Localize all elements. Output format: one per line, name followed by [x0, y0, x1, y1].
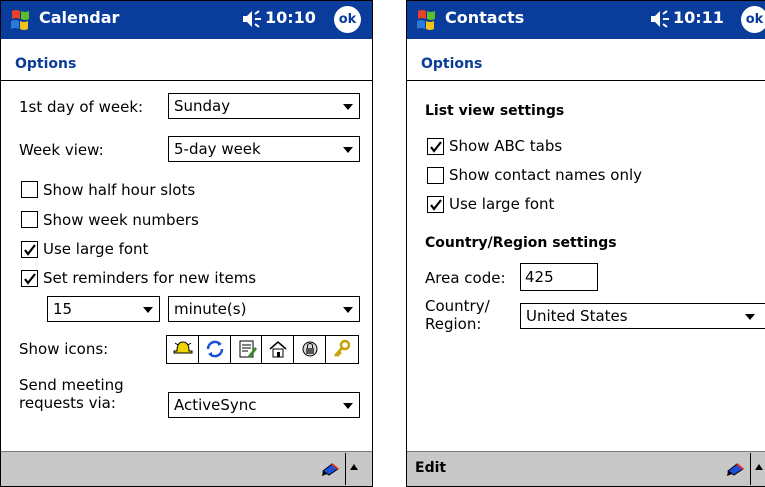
chevron-down-icon	[343, 104, 353, 110]
country-label-line2: Region:	[425, 315, 482, 333]
options-header: Options	[15, 56, 77, 72]
menu-bar: Edit	[407, 451, 765, 486]
windows-start-icon[interactable]	[6, 5, 36, 35]
reminder-unit-dropdown[interactable]: minute(s)	[168, 296, 360, 322]
home-icon[interactable]	[262, 336, 295, 363]
recurring-icon[interactable]	[199, 336, 231, 363]
large-font-checkbox[interactable]	[427, 196, 444, 213]
edit-menu[interactable]: Edit	[415, 460, 446, 476]
country-dropdown[interactable]: United States	[520, 303, 765, 329]
calendar-options-screen: Calendar 10:10 ok Options 1st day of wee…	[0, 0, 373, 487]
abc-tabs-label: Show ABC tabs	[449, 137, 563, 155]
send-via-label-line1: Send meeting	[19, 376, 124, 394]
contacts-options-screen: Contacts 10:11 ok Options List view sett…	[406, 0, 765, 487]
large-font-label: Use large font	[449, 195, 555, 213]
app-title: Calendar	[39, 8, 120, 27]
reminders-checkbox[interactable]	[21, 270, 38, 287]
chevron-down-icon	[343, 307, 353, 313]
names-only-checkbox[interactable]	[427, 167, 444, 184]
reminders-label: Set reminders for new items	[43, 269, 257, 287]
key-icon[interactable]	[326, 336, 358, 363]
speaker-icon[interactable]	[241, 9, 263, 29]
reminder-amount-dropdown[interactable]: 15	[47, 296, 160, 322]
checkmark-icon	[24, 244, 36, 256]
week-view-label: Week view:	[19, 141, 104, 159]
ok-button[interactable]: ok	[741, 6, 765, 33]
private-icon[interactable]	[294, 336, 327, 363]
clock[interactable]: 10:11	[673, 8, 724, 27]
country-label-line1: Country/	[425, 297, 490, 315]
alarm-icon[interactable]	[167, 336, 199, 363]
chevron-down-icon	[343, 147, 353, 153]
send-via-label-line2: requests via:	[19, 394, 116, 412]
app-title: Contacts	[445, 8, 525, 27]
input-panel-icon[interactable]	[320, 459, 342, 479]
week-view-dropdown[interactable]: 5-day week	[168, 136, 360, 162]
title-bar: Contacts 10:11 ok	[407, 1, 765, 39]
divider	[1, 80, 372, 81]
send-via-dropdown[interactable]: ActiveSync	[168, 392, 360, 418]
ok-button[interactable]: ok	[334, 6, 361, 33]
note-icon[interactable]	[231, 336, 263, 363]
divider	[407, 80, 765, 81]
menu-bar	[1, 451, 372, 486]
chevron-down-icon	[343, 403, 353, 409]
week-numbers-label: Show week numbers	[43, 211, 199, 229]
half-hour-checkbox[interactable]	[21, 181, 38, 198]
input-method-toggle[interactable]	[750, 453, 765, 485]
input-method-toggle[interactable]	[345, 453, 362, 485]
half-hour-label: Show half hour slots	[43, 181, 196, 199]
names-only-label: Show contact names only	[449, 166, 642, 184]
speaker-icon[interactable]	[649, 9, 671, 29]
area-code-label: Area code:	[425, 269, 506, 287]
checkmark-icon	[430, 141, 442, 153]
checkmark-icon	[24, 273, 36, 285]
chevron-down-icon	[745, 314, 755, 320]
week-numbers-checkbox[interactable]	[21, 211, 38, 228]
title-bar: Calendar 10:10 ok	[1, 1, 372, 39]
chevron-up-icon	[755, 464, 763, 470]
abc-tabs-checkbox[interactable]	[427, 138, 444, 155]
input-panel-icon[interactable]	[725, 459, 747, 479]
windows-start-icon[interactable]	[412, 5, 442, 35]
large-font-checkbox[interactable]	[21, 241, 38, 258]
large-font-label: Use large font	[43, 240, 149, 258]
first-day-dropdown[interactable]: Sunday	[168, 93, 360, 119]
area-code-input[interactable]: 425	[520, 263, 598, 291]
first-day-label: 1st day of week:	[19, 98, 144, 116]
clock[interactable]: 10:10	[265, 8, 316, 27]
show-icons-selector	[166, 335, 359, 364]
chevron-down-icon	[143, 307, 153, 313]
region-header: Country/Region settings	[425, 235, 617, 251]
checkmark-icon	[430, 199, 442, 211]
list-view-header: List view settings	[425, 103, 565, 119]
options-header: Options	[421, 56, 483, 72]
chevron-up-icon	[350, 464, 358, 470]
show-icons-label: Show icons:	[19, 340, 109, 358]
